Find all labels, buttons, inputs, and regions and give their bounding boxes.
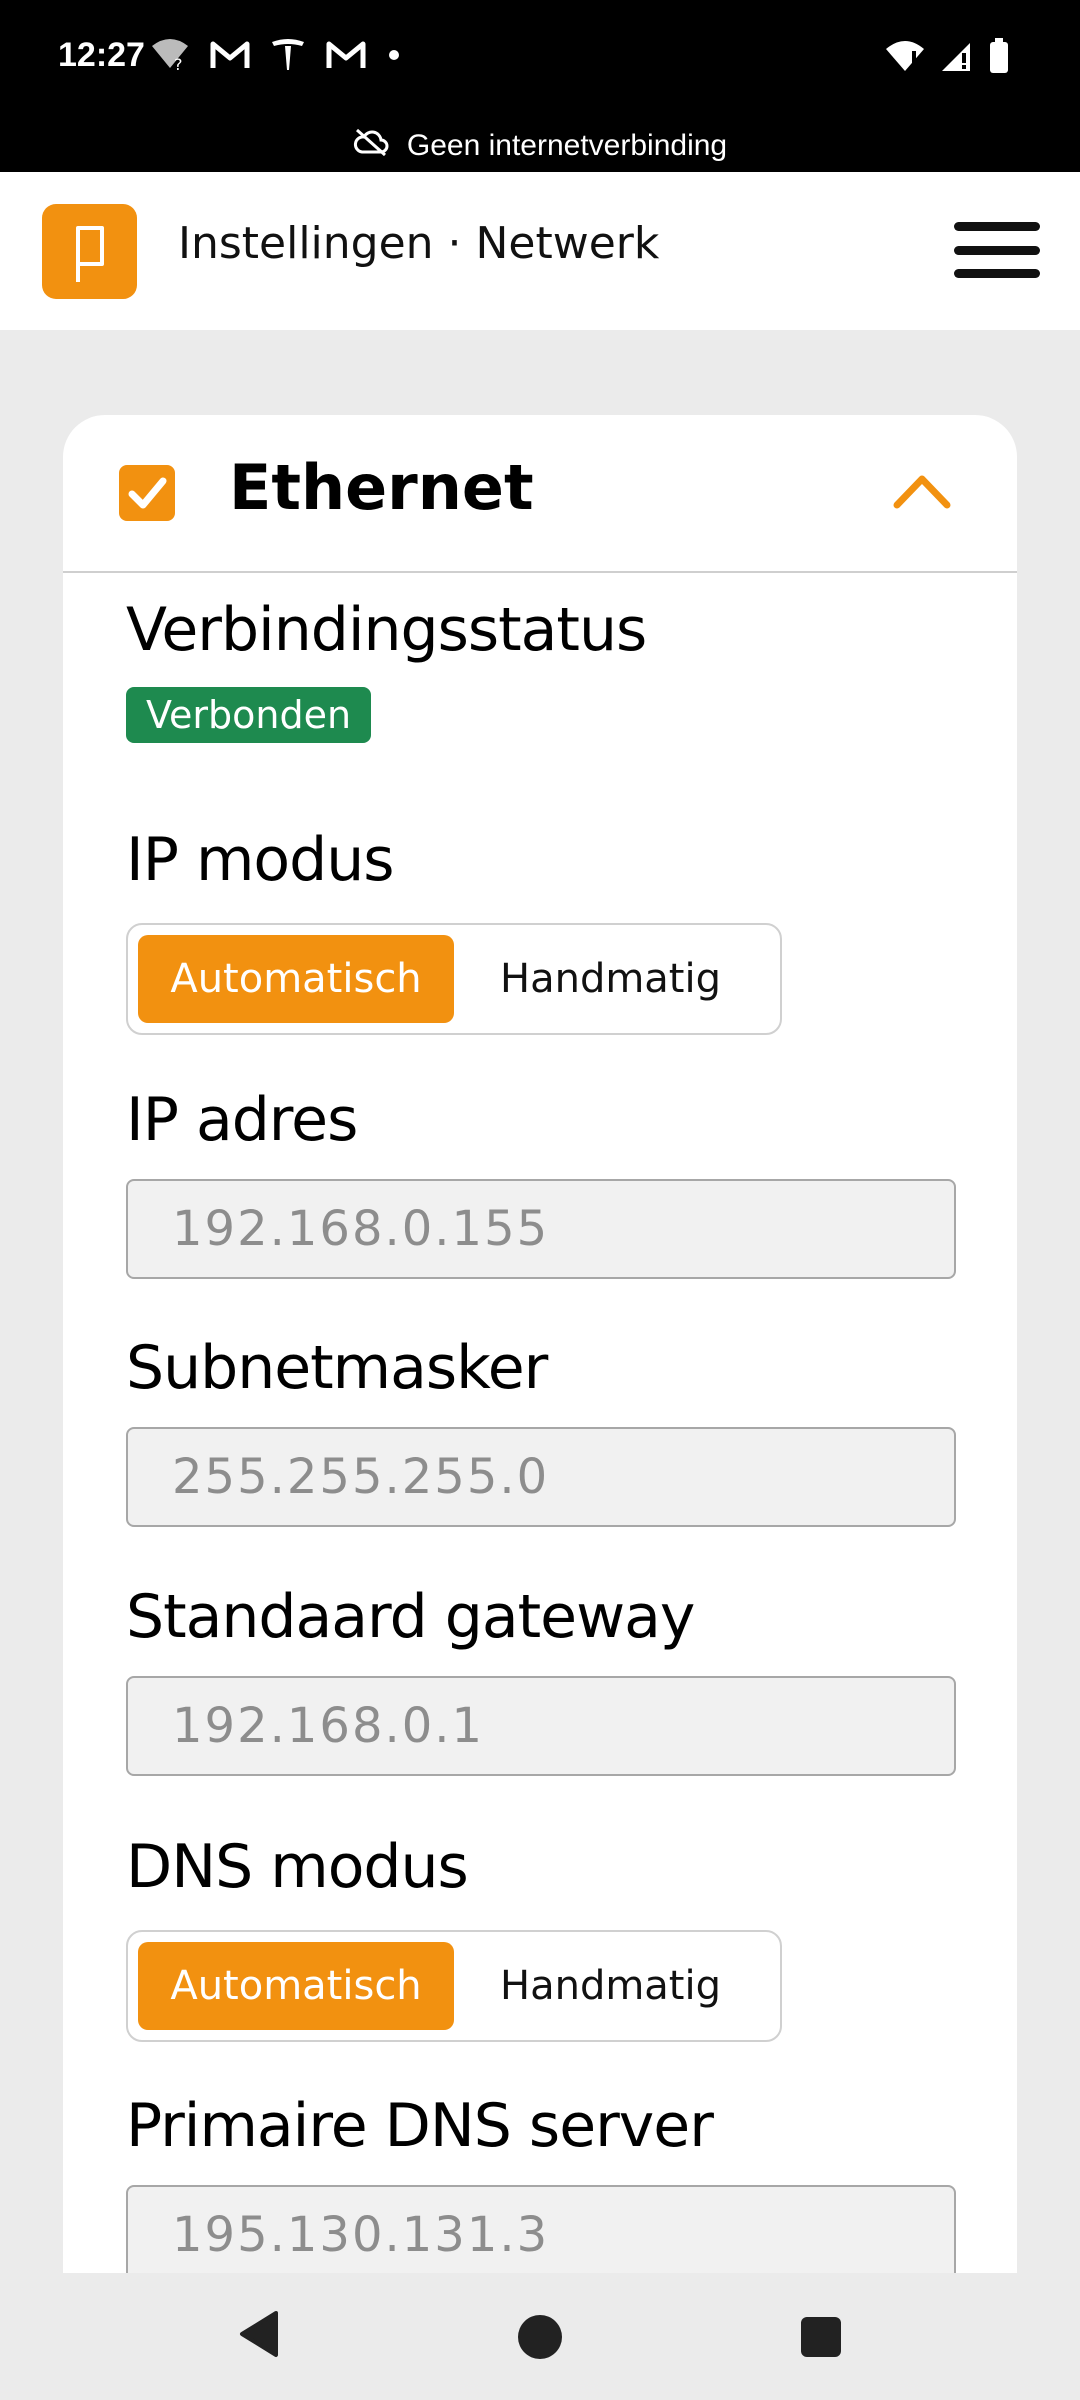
dns-mode-label: DNS modus [126, 1832, 469, 1902]
recents-square-icon[interactable] [801, 2317, 841, 2357]
subnet-mask-field[interactable]: 255.255.255.0 [126, 1427, 956, 1527]
gmail-icon [326, 40, 366, 70]
system-icons [884, 38, 1010, 78]
svg-text:?: ? [174, 55, 183, 72]
primary-dns-section: Primaire DNS server 195.130.131.3 [126, 2091, 956, 2275]
wifi-alert-icon [884, 39, 926, 77]
ethernet-card: Ethernet Verbindingsstatus Verbonden IP … [63, 415, 1017, 2275]
dns-mode-toggle: Automatisch Handmatig [126, 1930, 782, 2042]
brand-logo-icon[interactable] [42, 204, 137, 299]
page-title: Instellingen · Netwerk [178, 218, 660, 269]
default-gateway-field[interactable]: 192.168.0.1 [126, 1676, 956, 1776]
status-bar: 12:27 ? [0, 0, 1080, 120]
ip-mode-manual-option[interactable]: Handmatig [468, 935, 753, 1023]
app-header: Instellingen · Netwerk [0, 172, 1080, 330]
subnet-mask-section: Subnetmasker 255.255.255.0 [126, 1333, 956, 1527]
dns-mode-manual-option[interactable]: Handmatig [468, 1942, 753, 2030]
ip-address-label: IP adres [126, 1085, 358, 1155]
wifi-question-icon: ? [150, 38, 190, 72]
dns-mode-automatic-option[interactable]: Automatisch [138, 1942, 454, 2030]
battery-icon [988, 38, 1010, 78]
ip-address-field[interactable]: 192.168.0.155 [126, 1179, 956, 1279]
primary-dns-label: Primaire DNS server [126, 2091, 714, 2161]
card-title: Ethernet [229, 451, 534, 524]
status-badge: Verbonden [126, 687, 372, 743]
card-header[interactable]: Ethernet [63, 415, 1017, 573]
default-gateway-label: Standaard gateway [126, 1582, 695, 1652]
connection-status-section: Verbindingsstatus Verbonden [126, 595, 956, 743]
subnet-mask-label: Subnetmasker [126, 1333, 548, 1403]
gmail-icon [210, 40, 250, 70]
dot-icon [386, 47, 402, 63]
ip-mode-automatic-option[interactable]: Automatisch [138, 935, 454, 1023]
signal-alert-icon [940, 39, 974, 77]
system-nav-bar [0, 2273, 1080, 2400]
dns-mode-section: DNS modus Automatisch Handmatig [126, 1832, 956, 2042]
primary-dns-field[interactable]: 195.130.131.3 [126, 2185, 956, 2275]
ethernet-enable-checkbox[interactable] [119, 465, 175, 521]
ip-mode-toggle: Automatisch Handmatig [126, 923, 782, 1035]
connectivity-text: Geen internetverbinding [406, 129, 728, 162]
connection-status-label: Verbindingsstatus [126, 595, 647, 665]
chevron-up-icon[interactable] [891, 467, 953, 517]
status-time: 12:27 [58, 36, 145, 74]
back-triangle-icon[interactable] [236, 2309, 280, 2363]
tesla-icon [270, 38, 306, 72]
ip-mode-section: IP modus Automatisch Handmatig [126, 825, 956, 1035]
ip-address-section: IP adres 192.168.0.155 [126, 1085, 956, 1279]
cloud-off-icon [353, 128, 389, 164]
ip-mode-label: IP modus [126, 825, 394, 895]
notification-icons: ? [150, 38, 402, 72]
hamburger-menu-icon[interactable] [954, 214, 1040, 286]
home-circle-icon[interactable] [518, 2315, 562, 2359]
default-gateway-section: Standaard gateway 192.168.0.1 [126, 1582, 956, 1776]
connectivity-notice: Geen internetverbinding [0, 120, 1080, 172]
